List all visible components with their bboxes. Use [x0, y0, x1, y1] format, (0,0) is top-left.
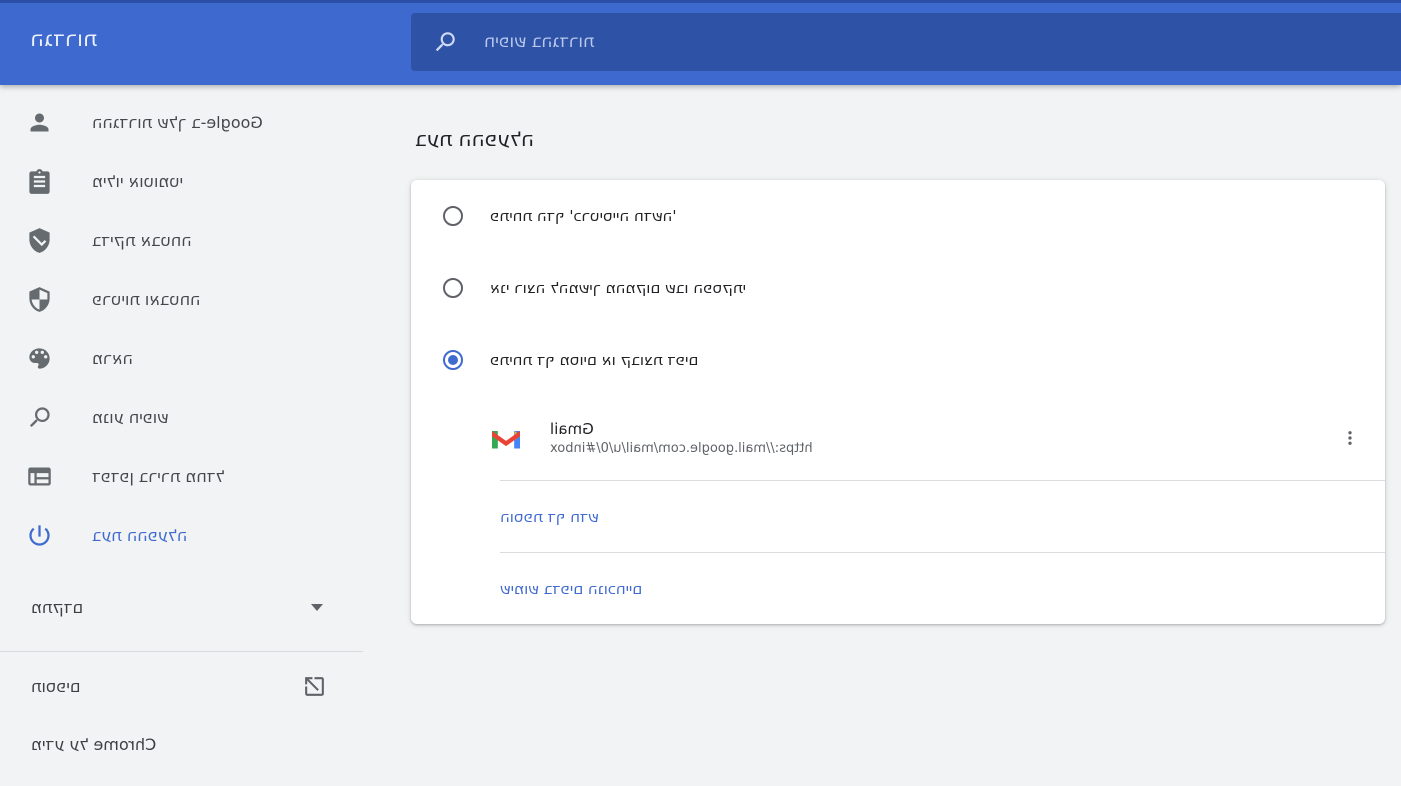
add-new-page-label: הוספת דף חדש: [500, 508, 599, 526]
clipboard-icon: [26, 168, 53, 195]
startup-page-info: Gmail https://mail.google.com/mail/u/0/#…: [550, 420, 813, 456]
sidebar-advanced-toggle[interactable]: מתקדם: [0, 581, 363, 633]
sidebar-item-you-and-google[interactable]: ההגדרות שלך ב-Google: [0, 93, 363, 152]
header-bar: הגדרות חיפוש בהגדרות: [0, 0, 1401, 85]
settings-search-input[interactable]: חיפוש בהגדרות: [411, 13, 1401, 71]
power-icon: [26, 522, 53, 549]
sidebar-item-label: פרטיות ואבטחה: [92, 290, 201, 309]
main-content: בעת ההפעלה פתיחת הדף 'כרטיסייה חדשה' אני…: [411, 85, 1385, 624]
chevron-down-icon: [311, 604, 323, 611]
use-current-pages-button[interactable]: שימוש בדפים הנוכחיים: [411, 553, 1385, 624]
page-title: הגדרות: [30, 27, 97, 51]
sidebar-item-label: מראה: [92, 349, 133, 368]
sidebar-item-safety-check[interactable]: בדיקת אבטחה: [0, 211, 363, 270]
sidebar-item-autofill[interactable]: מילוי אוטומטי: [0, 152, 363, 211]
gmail-icon: [492, 427, 520, 449]
open-in-new-icon: [302, 674, 327, 699]
security-shield-icon: [26, 286, 53, 313]
radio-open-specific-pages[interactable]: פתיחת דף מסוים או קבוצת דפים: [411, 324, 1385, 396]
sidebar-item-label: מנוע חיפוש: [92, 408, 168, 427]
sidebar-item-label: דפדפן ברירת מחדל: [92, 467, 225, 486]
settings-sidebar: ההגדרות שלך ב-Google מילוי אוטומטי בדיקת…: [0, 85, 363, 786]
advanced-label: מתקדם: [31, 598, 83, 617]
radio-label: פתיחת דף מסוים או קבוצת דפים: [490, 351, 698, 369]
startup-page-url: https://mail.google.com/mail/u/0/#inbox: [550, 441, 813, 456]
sidebar-item-extensions[interactable]: תוספים: [0, 660, 363, 712]
magnifier-icon: [26, 404, 53, 431]
add-new-page-button[interactable]: הוספת דף חדש: [411, 481, 1385, 552]
chrome-settings-window: הגדרות חיפוש בהגדרות ההגדרות שלך ב-Googl…: [0, 0, 1401, 786]
on-startup-card: פתיחת הדף 'כרטיסייה חדשה' אני רוצה להמשי…: [411, 180, 1385, 624]
use-current-pages-label: שימוש בדפים הנוכחיים: [500, 580, 642, 598]
sidebar-item-label: בעת ההפעלה: [92, 526, 187, 545]
radio-button-icon[interactable]: [443, 206, 463, 226]
person-icon: [26, 109, 53, 136]
about-label: מידע על Chrome: [31, 735, 156, 754]
sidebar-item-about-chrome[interactable]: מידע על Chrome: [0, 718, 363, 770]
sidebar-divider: [0, 651, 363, 652]
shield-check-icon: [26, 227, 53, 254]
sidebar-item-appearance[interactable]: מראה: [0, 329, 363, 388]
radio-button-icon[interactable]: [443, 278, 463, 298]
radio-label: פתיחת הדף 'כרטיסייה חדשה': [490, 207, 677, 225]
sidebar-item-search-engine[interactable]: מנוע חיפוש: [0, 388, 363, 447]
sidebar-item-label: מילוי אוטומטי: [92, 172, 183, 191]
more-actions-icon[interactable]: [1341, 425, 1359, 451]
sidebar-item-label: ההגדרות שלך ב-Google: [92, 113, 263, 132]
sidebar-item-on-startup[interactable]: בעת ההפעלה: [0, 506, 363, 565]
radio-continue-where-left-off[interactable]: אני רוצה להמשיך מהמקום שבו הפסקתי: [411, 252, 1385, 324]
search-icon: [432, 29, 458, 55]
search-placeholder-text: חיפוש בהגדרות: [484, 32, 594, 52]
radio-open-new-tab[interactable]: פתיחת הדף 'כרטיסייה חדשה': [411, 180, 1385, 252]
sidebar-item-label: בדיקת אבטחה: [92, 231, 192, 250]
radio-button-selected-icon[interactable]: [443, 350, 463, 370]
extensions-label: תוספים: [31, 677, 80, 696]
palette-icon: [26, 345, 53, 372]
sidebar-item-default-browser[interactable]: דפדפן ברירת מחדל: [0, 447, 363, 506]
browser-window-icon: [26, 463, 53, 490]
radio-label: אני רוצה להמשיך מהמקום שבו הפסקתי: [490, 279, 746, 297]
startup-page-title: Gmail: [550, 420, 813, 438]
startup-page-row: Gmail https://mail.google.com/mail/u/0/#…: [411, 396, 1385, 480]
sidebar-item-privacy-security[interactable]: פרטיות ואבטחה: [0, 270, 363, 329]
section-heading: בעת ההפעלה: [415, 126, 1385, 152]
